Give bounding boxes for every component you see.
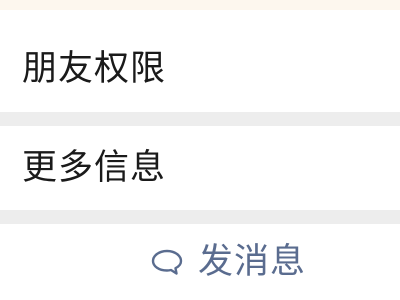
more-info-label: 更多信息: [22, 147, 167, 188]
send-message-label: 发消息: [197, 241, 306, 282]
friend-permissions-label: 朋友权限: [22, 48, 167, 89]
more-info-row[interactable]: 更多信息: [0, 126, 400, 210]
friend-permissions-row[interactable]: 朋友权限: [0, 26, 400, 112]
top-strip: [0, 0, 400, 10]
section-separator: [0, 210, 400, 224]
section-separator: [0, 112, 400, 126]
contact-detail-screen: 朋友权限 更多信息 发消息: [0, 0, 400, 300]
send-message-button[interactable]: 发消息: [0, 224, 400, 300]
chat-bubble-icon: [150, 248, 184, 276]
